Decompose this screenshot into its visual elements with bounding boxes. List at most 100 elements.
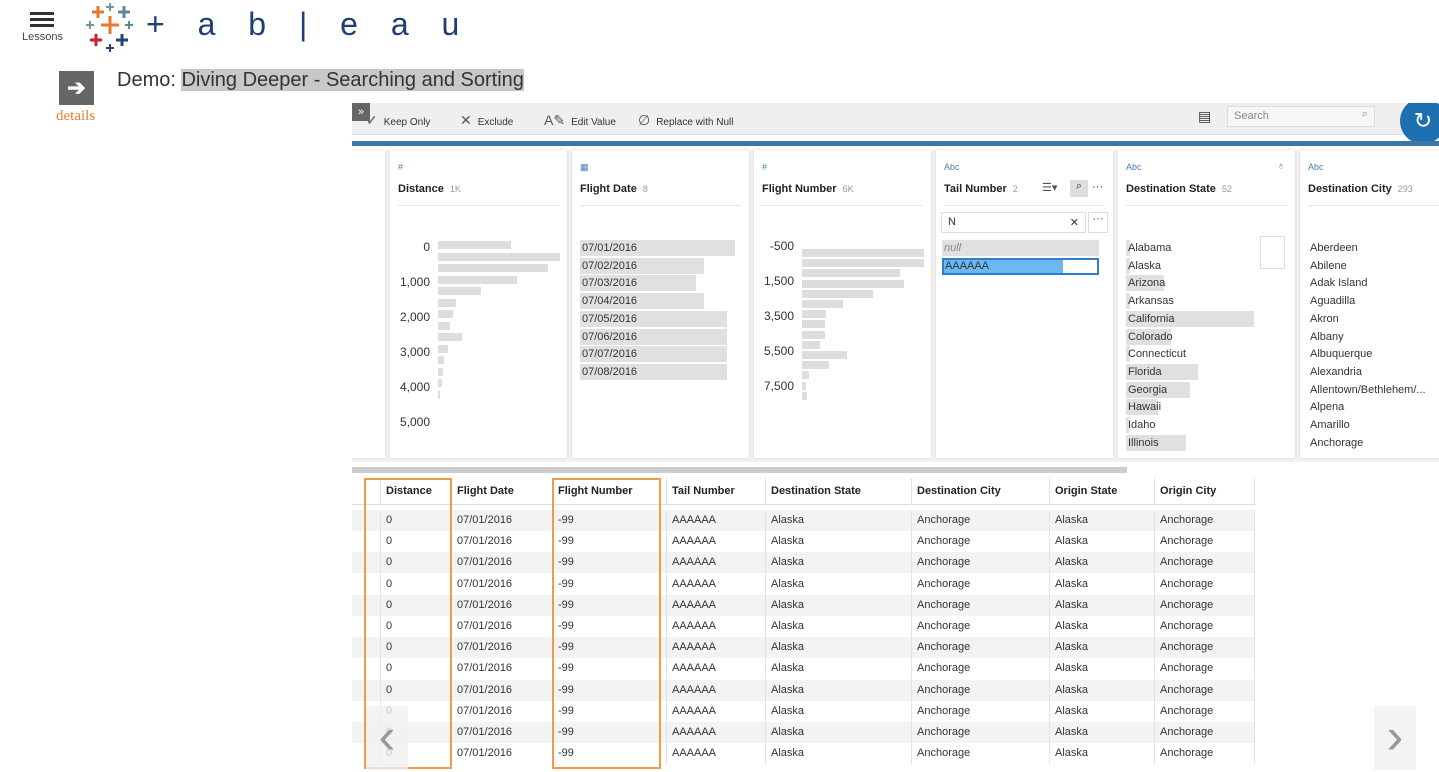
list-item[interactable]: Allentown/Bethlehem/...	[1308, 382, 1426, 398]
keep-only-button[interactable]: ✓ Keep Only	[366, 112, 430, 129]
sort-icon[interactable]: ☰▾	[1042, 181, 1057, 194]
table-cell[interactable]: Anchorage	[1155, 743, 1255, 765]
table-cell[interactable]: Anchorage	[912, 700, 1050, 722]
histogram-bar[interactable]	[438, 333, 463, 341]
table-cell[interactable]: 07/01/2016	[452, 722, 553, 743]
histogram-bar[interactable]	[438, 264, 548, 272]
list-item[interactable]: Amarillo	[1308, 417, 1350, 433]
column-header[interactable]: Destination City	[912, 478, 1050, 505]
profile-card-flight-number[interactable]: # Flight Number 6K -500 1,500 3,500 5,500 7,5…	[754, 150, 931, 458]
list-item[interactable]: 07/01/2016	[580, 240, 637, 256]
histogram-bar[interactable]	[438, 379, 442, 387]
list-item[interactable]: Arkansas	[1126, 293, 1174, 309]
table-cell[interactable]: Anchorage	[1155, 616, 1255, 637]
exclude-button[interactable]: ✕ Exclude	[460, 112, 513, 129]
table-cell[interactable]: Anchorage	[1155, 510, 1255, 531]
table-cell[interactable]: Alaska	[1050, 722, 1155, 743]
column-header[interactable]: Tail Number	[667, 478, 766, 505]
list-item[interactable]: 07/06/2016	[580, 329, 637, 345]
histogram-bar[interactable]	[802, 310, 827, 319]
histogram-bar[interactable]	[802, 320, 826, 329]
table-cell[interactable]: Alaska	[766, 722, 912, 743]
column-header[interactable]: Destination State	[766, 478, 912, 505]
list-item[interactable]: 07/03/2016	[580, 275, 637, 291]
table-cell[interactable]: Alaska	[1050, 679, 1155, 701]
table-cell[interactable]: AAAAAA	[667, 531, 766, 553]
histogram-bar[interactable]	[802, 300, 844, 308]
table-cell[interactable]: Anchorage	[912, 573, 1050, 595]
histogram-bar[interactable]	[438, 310, 453, 318]
table-cell[interactable]: Alaska	[766, 679, 912, 701]
histogram-bar[interactable]	[438, 252, 560, 261]
table-cell[interactable]: AAAAAA	[667, 573, 766, 595]
list-item[interactable]: Albuquerque	[1308, 346, 1372, 362]
profile-card-flight-date[interactable]: ▦ Flight Date 8 07/01/2016 07/02/2016 07/03…	[572, 150, 749, 458]
table-cell[interactable]: Alaska	[1050, 743, 1155, 765]
profile-card-destination-state[interactable]: Abc ♁ Destination State 52 Alabama Alaska A…	[1118, 150, 1295, 458]
table-cell[interactable]: Anchorage	[912, 616, 1050, 637]
table-cell[interactable]: Alaska	[766, 658, 912, 680]
edit-value-button[interactable]: A✎ Edit Value	[544, 112, 616, 129]
profile-card-destination-city[interactable]: Abc Destination City 293 Aberdeen Abilene A…	[1300, 150, 1439, 458]
mini-map[interactable]	[1260, 236, 1285, 269]
table-cell[interactable]: Alaska	[1050, 510, 1155, 531]
table-cell[interactable]: Alaska	[1050, 658, 1155, 680]
histogram-bar[interactable]	[802, 381, 806, 390]
table-cell[interactable]: Alaska	[1050, 637, 1155, 659]
table-cell[interactable]: Anchorage	[1155, 552, 1255, 574]
details-link[interactable]: details	[56, 108, 95, 125]
table-cell[interactable]: 07/01/2016	[452, 510, 553, 531]
list-item[interactable]: Connecticut	[1126, 346, 1186, 362]
search-icon[interactable]: ⌕	[1070, 180, 1088, 197]
table-cell[interactable]: AAAAAA	[667, 510, 766, 531]
histogram-bar[interactable]	[438, 275, 518, 284]
expand-icon[interactable]: »	[352, 103, 370, 121]
list-item[interactable]: 07/07/2016	[580, 346, 637, 362]
column-header[interactable]: Origin State	[1050, 478, 1155, 505]
table-cell[interactable]: 07/01/2016	[452, 594, 553, 616]
table-cell[interactable]: 07/01/2016	[452, 679, 553, 701]
histogram-bar[interactable]	[438, 321, 451, 330]
table-cell[interactable]: Anchorage	[1155, 573, 1255, 595]
clear-icon[interactable]: ✕	[1070, 216, 1079, 229]
list-item[interactable]: Anchorage	[1308, 435, 1363, 451]
table-cell[interactable]: Alaska	[1050, 573, 1155, 595]
table-cell[interactable]: 07/01/2016	[452, 637, 553, 659]
table-cell[interactable]: Anchorage	[1155, 722, 1255, 743]
histogram-bar[interactable]	[438, 241, 512, 249]
list-item[interactable]: Hawaii	[1126, 399, 1161, 415]
table-cell[interactable]: AAAAAA	[667, 679, 766, 701]
histogram-bar[interactable]	[802, 391, 807, 400]
list-item[interactable]: 07/02/2016	[580, 258, 637, 274]
histogram-bar[interactable]	[802, 330, 826, 339]
list-item[interactable]: Alpena	[1308, 399, 1344, 415]
histogram-bar[interactable]	[438, 298, 457, 307]
table-cell[interactable]: Alaska	[766, 531, 912, 553]
tail-search-input[interactable]: N ✕	[941, 212, 1086, 233]
menu-icon[interactable]	[30, 12, 54, 30]
arrow-right-icon[interactable]: ➔	[59, 71, 94, 105]
histogram-bar[interactable]	[438, 287, 481, 295]
table-cell[interactable]: AAAAAA	[667, 743, 766, 765]
table-cell[interactable]: AAAAAA	[667, 700, 766, 722]
layout-icon[interactable]: ▤	[1198, 108, 1211, 125]
more-icon[interactable]: ···	[1088, 212, 1108, 233]
histogram-bar[interactable]	[438, 344, 448, 353]
table-cell[interactable]: Anchorage	[912, 722, 1050, 743]
table-cell[interactable]: Anchorage	[1155, 700, 1255, 722]
histogram-bar[interactable]	[802, 340, 821, 349]
list-item[interactable]: Alexandria	[1308, 364, 1362, 380]
histogram-bar[interactable]	[438, 367, 443, 376]
replace-null-button[interactable]: ∅ Replace with Null	[638, 112, 733, 129]
table-cell[interactable]: Alaska	[766, 510, 912, 531]
table-cell[interactable]: Anchorage	[1155, 679, 1255, 701]
table-cell[interactable]: Alaska	[766, 743, 912, 765]
lessons-label[interactable]: Lessons	[22, 31, 63, 43]
table-cell[interactable]: Alaska	[1050, 531, 1155, 553]
table-cell[interactable]: Alaska	[766, 552, 912, 574]
next-slide-button[interactable]: ›	[1374, 706, 1416, 770]
table-cell[interactable]: AAAAAA	[667, 722, 766, 743]
list-item[interactable]: 07/04/2016	[580, 293, 637, 309]
value-selected[interactable]: AAAAAA	[942, 258, 1099, 275]
list-item[interactable]: Alabama	[1126, 240, 1171, 256]
